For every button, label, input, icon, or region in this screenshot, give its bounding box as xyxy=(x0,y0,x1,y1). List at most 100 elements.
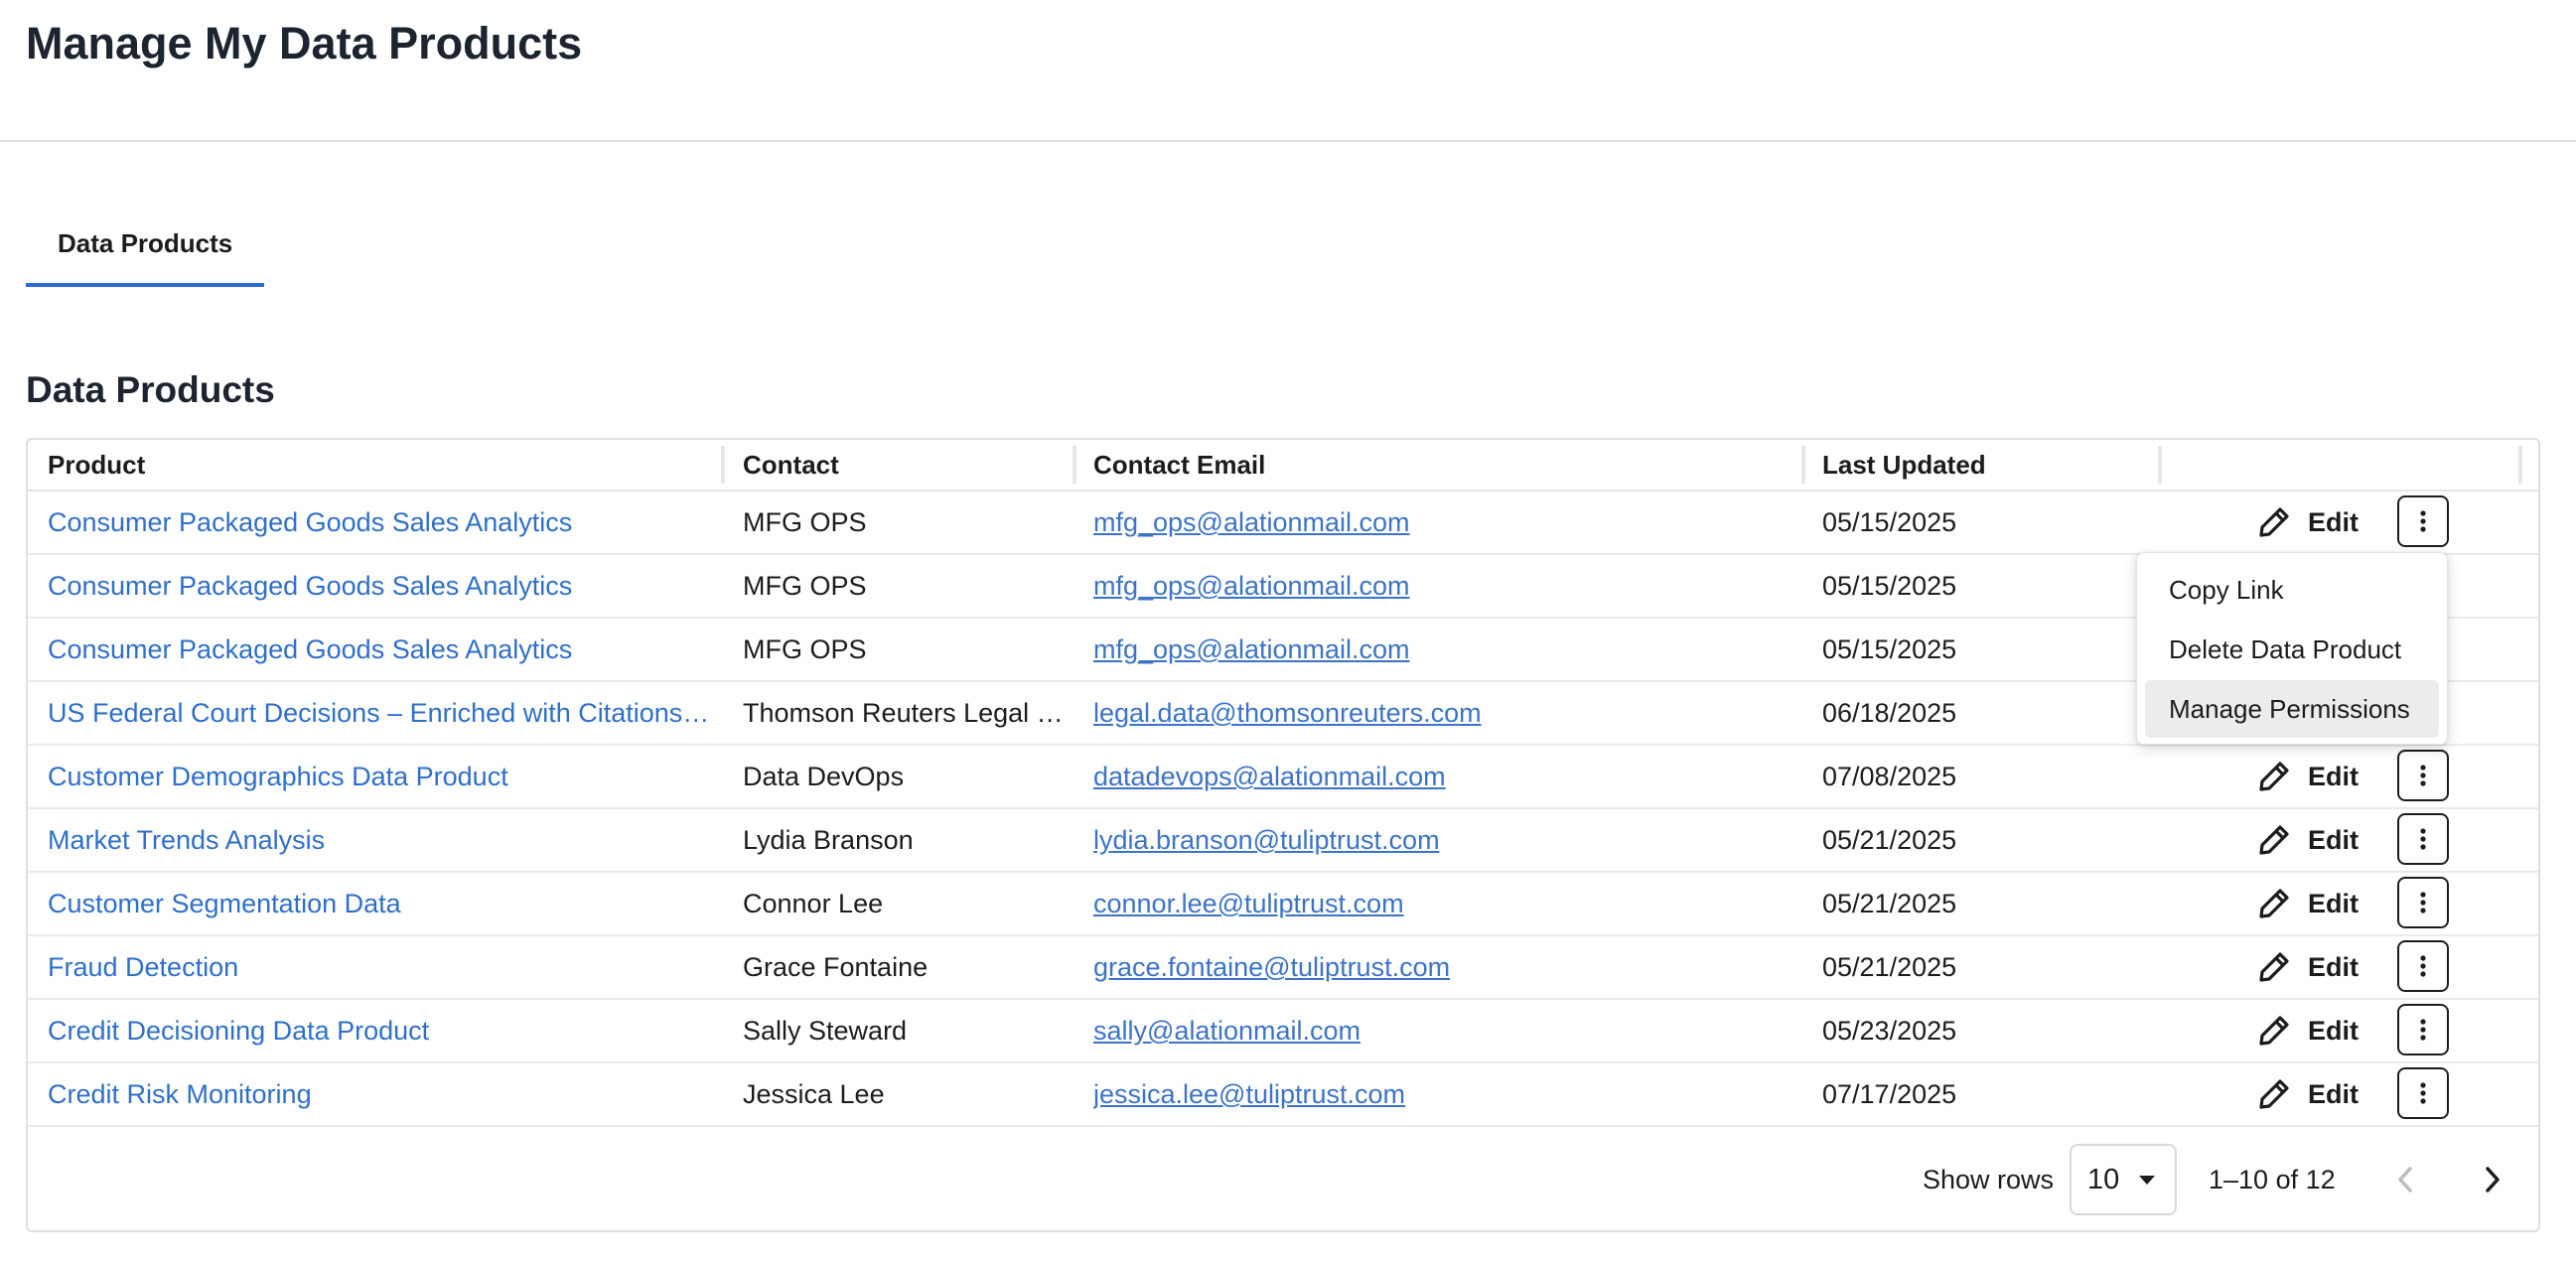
contact-name: MFG OPS xyxy=(743,571,867,601)
table-row: Credit Decisioning Data Product Sally Ste… xyxy=(28,1000,2538,1063)
last-updated: 05/15/2025 xyxy=(1822,507,1957,537)
table-row: Credit Risk Monitoring Jessica Lee jessica… xyxy=(28,1063,2538,1127)
section-title: Data Products xyxy=(26,369,275,410)
table-row: Consumer Packaged Goods Sales Analytics M… xyxy=(28,491,2538,555)
product-link[interactable]: Credit Decisioning Data Product xyxy=(48,1000,713,1061)
edit-button[interactable]: Edit xyxy=(2256,1072,2359,1116)
contact-name: Thomson Reuters Legal … xyxy=(743,698,1064,728)
caret-down-icon xyxy=(2139,1176,2155,1185)
pencil-icon xyxy=(2256,822,2292,858)
last-updated: 05/21/2025 xyxy=(1822,825,1957,855)
pencil-icon xyxy=(2256,759,2292,794)
more-actions-button[interactable] xyxy=(2397,750,2449,801)
contact-name: MFG OPS xyxy=(743,634,867,664)
vertical-dots-icon xyxy=(2419,764,2427,787)
edit-button[interactable]: Edit xyxy=(2256,1009,2359,1052)
pencil-icon xyxy=(2256,504,2292,540)
vertical-dots-icon xyxy=(2419,891,2427,914)
header-contact[interactable]: Contact xyxy=(743,440,839,490)
rows-per-page-value: 10 xyxy=(2087,1163,2120,1195)
next-page-button[interactable] xyxy=(2473,1160,2512,1199)
more-actions-button[interactable] xyxy=(2397,940,2449,992)
table-header: Product Contact Contact Email Last Updat… xyxy=(28,440,2538,491)
product-link[interactable]: US Federal Court Decisions – Enriched wi… xyxy=(48,682,713,744)
contact-name: Connor Lee xyxy=(743,889,884,918)
edit-label: Edit xyxy=(2308,506,2359,537)
vertical-dots-icon xyxy=(2419,1018,2427,1042)
tab-bar: Data Products xyxy=(26,204,265,287)
edit-label: Edit xyxy=(2308,761,2359,791)
contact-name: Grace Fontaine xyxy=(743,952,929,982)
table-footer: Show rows 10 1–10 of 12 xyxy=(28,1128,2538,1230)
pencil-icon xyxy=(2256,886,2292,921)
contact-email-link[interactable]: mfg_ops@alationmail.com xyxy=(1093,491,1789,553)
column-resizer[interactable] xyxy=(2518,446,2522,484)
column-resizer[interactable] xyxy=(1801,446,1805,484)
product-link[interactable]: Market Trends Analysis xyxy=(48,809,713,871)
contact-name: Lydia Branson xyxy=(743,825,914,855)
contact-email-link[interactable]: legal.data@thomsonreuters.com xyxy=(1093,682,1789,744)
contact-name: Sally Steward xyxy=(743,1016,908,1046)
vertical-dots-icon xyxy=(2419,1081,2427,1105)
edit-button[interactable]: Edit xyxy=(2256,500,2359,544)
edit-label: Edit xyxy=(2308,951,2359,982)
edit-button[interactable]: Edit xyxy=(2256,818,2359,862)
contact-email-link[interactable]: grace.fontaine@tuliptrust.com xyxy=(1093,936,1789,998)
edit-label: Edit xyxy=(2308,888,2359,918)
contact-email-link[interactable]: sally@alationmail.com xyxy=(1093,1000,1789,1061)
contact-email-link[interactable]: connor.lee@tuliptrust.com xyxy=(1093,873,1789,934)
pagination-range: 1–10 of 12 xyxy=(2209,1165,2336,1194)
vertical-dots-icon xyxy=(2419,509,2427,533)
contact-email-link[interactable]: mfg_ops@alationmail.com xyxy=(1093,619,1789,680)
vertical-dots-icon xyxy=(2419,827,2427,851)
product-link[interactable]: Customer Demographics Data Product xyxy=(48,746,713,807)
last-updated: 05/23/2025 xyxy=(1822,1016,1957,1046)
header-product[interactable]: Product xyxy=(48,440,145,490)
tab-data-products[interactable]: Data Products xyxy=(26,204,265,287)
table-row: Market Trends Analysis Lydia Branson lydia… xyxy=(28,809,2538,873)
edit-button[interactable]: Edit xyxy=(2256,945,2359,989)
page-header: Manage My Data Products xyxy=(0,0,2576,142)
edit-label: Edit xyxy=(2308,1078,2359,1109)
last-updated: 07/08/2025 xyxy=(1822,762,1957,791)
menu-item-delete-data-product[interactable]: Delete Data Product xyxy=(2145,621,2439,678)
chevron-left-icon xyxy=(2398,1167,2412,1193)
rows-per-page-select[interactable]: 10 xyxy=(2070,1144,2177,1215)
contact-email-link[interactable]: datadevops@alationmail.com xyxy=(1093,746,1789,807)
edit-label: Edit xyxy=(2308,824,2359,855)
product-link[interactable]: Consumer Packaged Goods Sales Analytics xyxy=(48,555,713,617)
product-link[interactable]: Consumer Packaged Goods Sales Analytics xyxy=(48,491,713,553)
column-resizer[interactable] xyxy=(1073,446,1076,484)
table-row: Fraud Detection Grace Fontaine grace.fonta… xyxy=(28,936,2538,1000)
column-resizer[interactable] xyxy=(2158,446,2162,484)
edit-button[interactable]: Edit xyxy=(2256,882,2359,925)
contact-name: Jessica Lee xyxy=(743,1079,885,1109)
contact-name: Data DevOps xyxy=(743,762,905,791)
last-updated: 06/18/2025 xyxy=(1822,698,1957,728)
vertical-dots-icon xyxy=(2419,954,2427,978)
last-updated: 07/17/2025 xyxy=(1822,1079,1957,1109)
contact-email-link[interactable]: lydia.branson@tuliptrust.com xyxy=(1093,809,1789,871)
product-link[interactable]: Customer Segmentation Data xyxy=(48,873,713,934)
contact-email-link[interactable]: jessica.lee@tuliptrust.com xyxy=(1093,1063,1789,1125)
column-resizer[interactable] xyxy=(721,446,725,484)
header-last-updated[interactable]: Last Updated xyxy=(1822,440,1986,490)
product-link[interactable]: Credit Risk Monitoring xyxy=(48,1063,713,1125)
pencil-icon xyxy=(2256,1076,2292,1112)
more-actions-button[interactable] xyxy=(2397,813,2449,865)
contact-email-link[interactable]: mfg_ops@alationmail.com xyxy=(1093,555,1789,617)
header-contact-email[interactable]: Contact Email xyxy=(1093,440,1265,490)
product-link[interactable]: Consumer Packaged Goods Sales Analytics xyxy=(48,619,713,680)
menu-item-copy-link[interactable]: Copy Link xyxy=(2145,561,2439,619)
edit-button[interactable]: Edit xyxy=(2256,755,2359,798)
more-actions-button[interactable] xyxy=(2397,495,2449,547)
pencil-icon xyxy=(2256,1013,2292,1049)
menu-item-manage-permissions[interactable]: Manage Permissions xyxy=(2145,680,2439,738)
more-actions-button[interactable] xyxy=(2397,1004,2449,1055)
more-actions-button[interactable] xyxy=(2397,1067,2449,1119)
previous-page-button[interactable] xyxy=(2385,1160,2425,1199)
contact-name: MFG OPS xyxy=(743,507,867,537)
more-actions-button[interactable] xyxy=(2397,877,2449,928)
product-link[interactable]: Fraud Detection xyxy=(48,936,713,998)
table-row: Customer Demographics Data Product Data D… xyxy=(28,746,2538,809)
